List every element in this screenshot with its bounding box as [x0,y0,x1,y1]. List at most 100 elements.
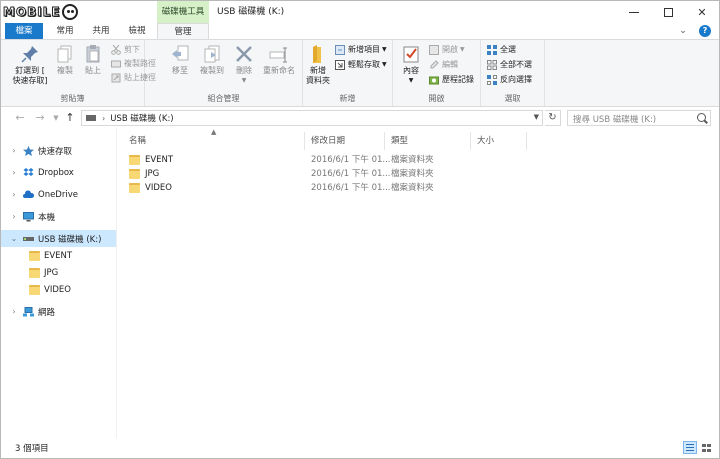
nav-item-usb-drive[interactable]: ⌄ USB 磁碟機 (K:) [1,230,116,247]
move-to-label: 移至 [172,66,188,75]
properties-button[interactable]: 內容 ▼ [399,44,423,86]
cut-label: 剪下 [124,45,140,54]
invert-selection-button[interactable]: 反向選擇 [487,74,532,86]
open-group: 內容 ▼ 開啟 ▼ 編輯 歷程記錄 開啟 [393,40,481,106]
forward-button[interactable]: → [33,111,47,125]
nav-label: VIDEO [44,284,71,295]
folder-icon [129,183,140,193]
pin-quick-access-button[interactable]: 釘選到 [ 快速存取] [7,44,53,86]
column-header-date[interactable]: 修改日期 [305,132,385,150]
nav-label: JPG [44,267,59,278]
expand-chevron-icon[interactable]: › [9,168,19,177]
copy-button[interactable]: 複製 [53,44,77,76]
new-folder-icon [308,44,328,64]
table-row[interactable]: EVENT 2016/6/1 下午 01... 檔案資料夾 [129,153,529,167]
nav-item-video[interactable]: VIDEO [1,281,116,298]
maximize-button[interactable] [651,1,685,23]
address-dropdown-icon[interactable]: ▼ [534,113,539,121]
new-folder-button[interactable]: 新增 資料夾 [303,44,333,86]
tab-share[interactable]: 共用 [83,23,119,39]
expand-chevron-icon[interactable]: › [9,307,19,316]
clipboard-group-label: 剪貼簿 [60,94,85,103]
select-group: 全選 全部不選 反向選擇 選取 [481,40,545,106]
move-to-button[interactable]: 移至 [167,44,193,76]
easy-access-button[interactable]: 輕鬆存取 ▼ [335,59,387,71]
copy-to-icon [202,44,222,64]
paste-shortcut-icon [111,73,121,83]
collapse-chevron-icon[interactable]: ⌄ [9,234,19,243]
minimize-icon [629,11,639,13]
file-name: EVENT [145,155,174,165]
address-bar[interactable]: › USB 磁碟機 (K:) ▼ [81,110,543,126]
history-button[interactable]: 歷程記錄 [429,74,474,86]
nav-item-event[interactable]: EVENT [1,247,116,264]
file-name-cell: VIDEO [129,181,172,195]
ribbon: 釘選到 [ 快速存取] 複製 貼上 剪下 複製路徑 貼上捷徑 剪貼簿 移至 複製… [1,39,719,107]
rename-button[interactable]: 重新命名 [259,44,299,76]
copy-label: 複製 [57,66,73,75]
breadcrumb-current[interactable]: USB 磁碟機 (K:) [110,112,173,124]
close-button[interactable]: ✕ [685,1,719,23]
expand-chevron-icon[interactable]: › [9,190,19,199]
easy-access-icon [335,60,345,70]
select-none-button[interactable]: 全部不選 [487,59,532,71]
copy-icon [55,44,75,64]
file-date: 2016/6/1 下午 01... [311,169,391,179]
column-header-type[interactable]: 類型 [385,132,471,150]
status-bar: 3 個項目 [1,438,719,458]
select-none-label: 全部不選 [500,60,532,69]
rename-label: 重新命名 [263,66,295,75]
refresh-button[interactable]: ↻ [545,110,561,126]
folder-icon [129,169,140,179]
nav-item-this-pc[interactable]: › 本機 [1,208,116,225]
edit-button[interactable]: 編輯 [429,59,458,71]
recent-locations-chevron-icon[interactable]: ▼ [51,111,61,125]
nav-label: Dropbox [38,167,74,178]
large-icons-view-button[interactable] [699,441,713,454]
expand-chevron-icon[interactable]: › [9,212,19,221]
new-item-label: 新增項目 [348,45,380,54]
expand-chevron-icon[interactable]: › [9,146,19,155]
expand-ribbon-icon[interactable]: ⌄ [677,25,689,37]
window-title: USB 磁碟機 (K:) [217,7,285,17]
copy-path-icon [111,59,121,69]
search-box[interactable]: 搜尋 USB 磁碟機 (K:) [567,110,711,126]
file-date: 2016/6/1 下午 01... [311,183,391,193]
select-all-button[interactable]: 全選 [487,44,516,56]
nav-item-dropbox[interactable]: › Dropbox [1,164,116,181]
help-icon[interactable]: ? [699,25,711,37]
column-header-name[interactable]: 名稱 [123,132,305,150]
history-icon [429,75,439,85]
move-to-icon [170,44,190,64]
details-view-icon [686,444,694,445]
paste-button[interactable]: 貼上 [81,44,105,76]
tab-view[interactable]: 檢視 [119,23,155,39]
nav-item-onedrive[interactable]: › OneDrive [1,186,116,203]
table-row[interactable]: VIDEO 2016/6/1 下午 01... 檔案資料夾 [129,181,529,195]
tab-manage[interactable]: 管理 [157,23,209,39]
nav-label: 快速存取 [38,146,73,157]
up-button[interactable]: ↑ [63,111,77,125]
file-name: JPG [145,169,160,179]
details-view-button[interactable] [683,441,697,454]
back-button[interactable]: ← [13,111,27,125]
new-item-button[interactable]: 新增項目 ▼ [335,44,387,56]
table-row[interactable]: JPG 2016/6/1 下午 01... 檔案資料夾 [129,167,529,181]
open-button[interactable]: 開啟 ▼ [429,44,465,56]
mobile01-logo: MOBILE [3,3,78,21]
nav-item-quick-access[interactable]: › 快速存取 [1,142,116,159]
delete-button[interactable]: 刪除 ▼ [231,44,257,86]
history-label: 歷程記錄 [442,75,474,84]
cut-button[interactable]: 剪下 [111,44,140,56]
open-group-label: 開啟 [428,94,445,103]
file-date: 2016/6/1 下午 01... [311,155,391,165]
tab-home[interactable]: 常用 [47,23,83,39]
properties-check-icon [401,44,421,64]
copy-to-button[interactable]: 複製到 [197,44,227,76]
minimize-button[interactable] [617,1,651,23]
nav-item-jpg[interactable]: JPG [1,264,116,281]
pin-label-line2: 快速存取] [12,76,48,85]
column-header-size[interactable]: 大小 [471,132,527,150]
tab-file[interactable]: 檔案 [5,23,43,39]
nav-item-network[interactable]: › 網路 [1,303,116,320]
